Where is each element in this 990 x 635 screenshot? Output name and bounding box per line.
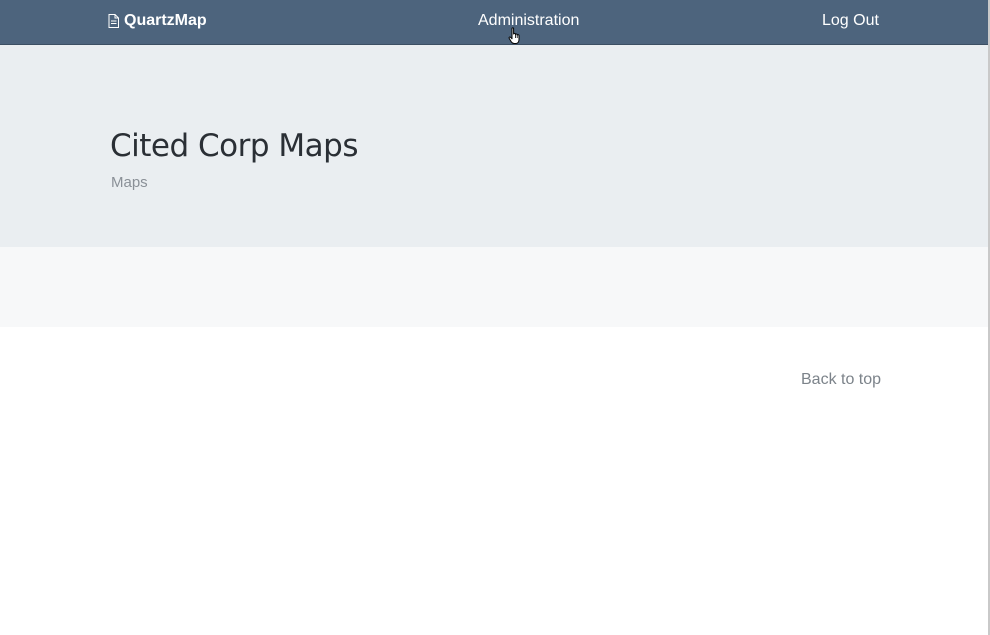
nav-link-administration[interactable]: Administration: [478, 12, 579, 30]
page-title: Cited Corp Maps: [110, 128, 358, 164]
nav-link-log-out[interactable]: Log Out: [822, 12, 879, 30]
brand-label: QuartzMap: [124, 12, 207, 29]
brand-link[interactable]: QuartzMap: [108, 12, 207, 30]
document-icon: [108, 14, 119, 28]
back-to-top-link[interactable]: Back to top: [801, 371, 881, 389]
hand-pointer-cursor-icon: [508, 27, 520, 44]
top-navbar: QuartzMap Administration Log Out: [0, 0, 988, 45]
page-subtitle: Maps: [111, 174, 148, 191]
content-band: [0, 247, 988, 327]
